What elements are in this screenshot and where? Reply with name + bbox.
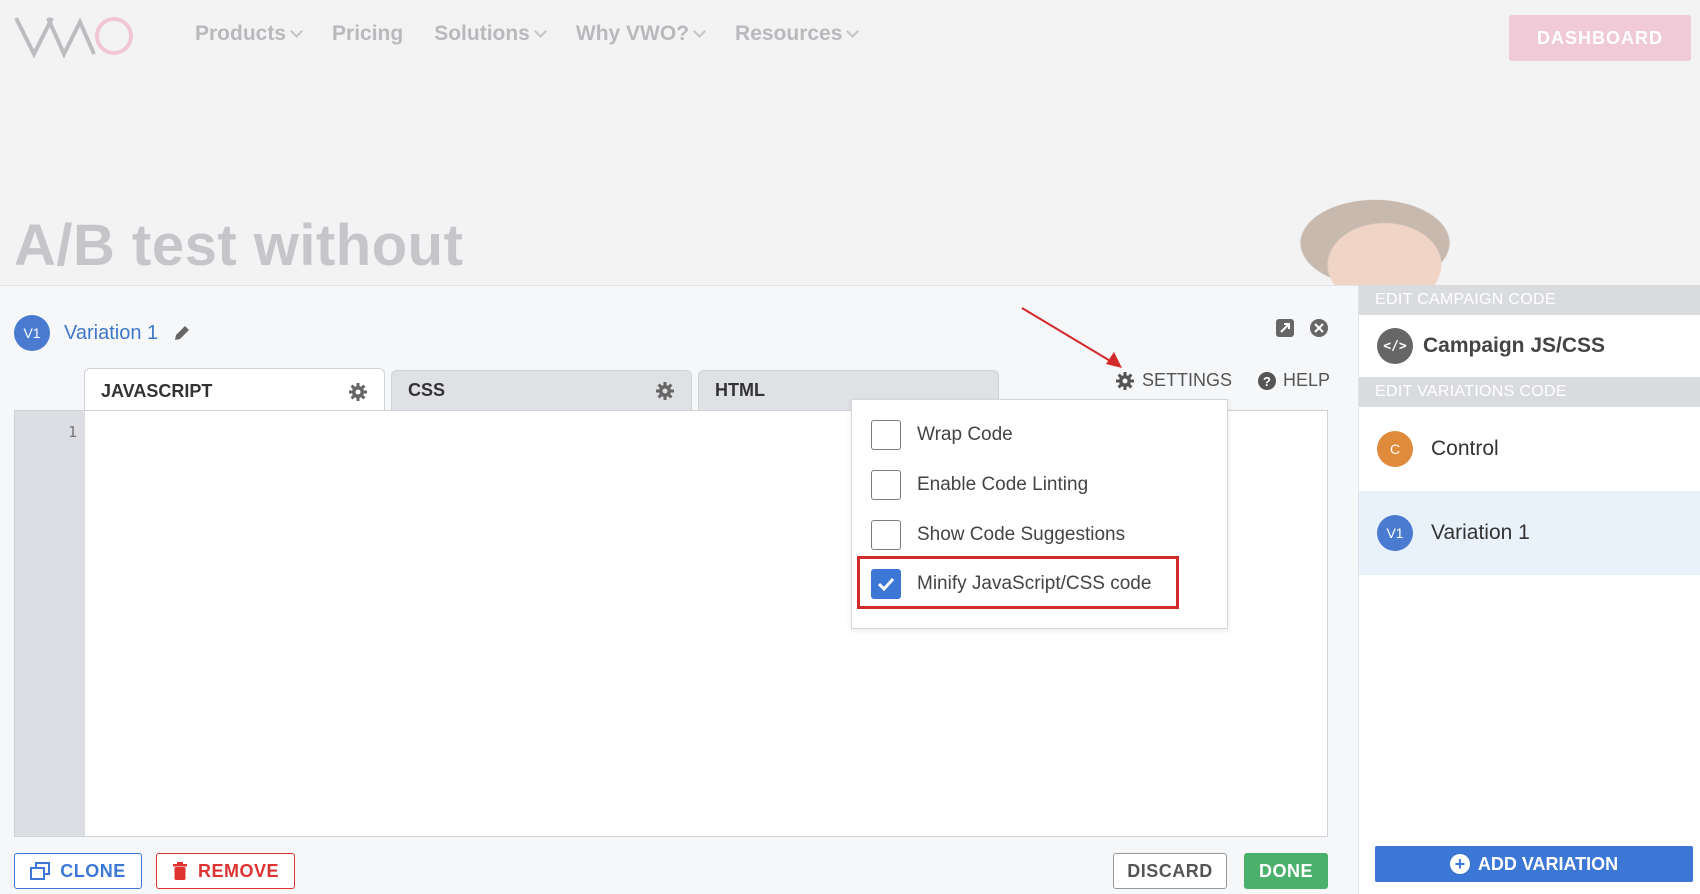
tab-css[interactable]: CSS [391,370,692,410]
variation-badge: V1 [14,315,50,351]
gear-icon[interactable] [655,381,675,401]
code-icon: </> [1377,328,1413,364]
expand-icon[interactable] [1275,318,1295,338]
checkbox[interactable] [871,470,901,500]
option-label: Wrap Code [917,424,1013,445]
remove-button[interactable]: REMOVE [156,853,295,889]
clone-button[interactable]: CLONE [14,853,142,889]
nav-pricing[interactable]: Pricing [332,22,403,46]
help-button[interactable]: ? HELP [1257,370,1330,391]
variation-label: Control [1431,437,1499,460]
editor-window-controls [1275,318,1329,338]
checkbox[interactable] [871,420,901,450]
chevron-down-icon [290,25,303,38]
chevron-down-icon [846,25,860,38]
option-label: Show Code Suggestions [917,524,1126,545]
pencil-icon[interactable] [172,323,192,343]
variation-name[interactable]: Variation 1 [64,322,158,345]
tab-label: CSS [408,380,446,400]
done-button[interactable]: DONE [1244,853,1328,889]
nav-why-vwo[interactable]: Why VWO? [576,22,706,46]
tab-javascript[interactable]: JAVASCRIPT [84,368,385,414]
checkbox[interactable] [871,520,901,550]
variation-header: V1 Variation 1 [14,315,192,351]
variation-item-v1[interactable]: V1 Variation 1 [1359,491,1700,575]
site-nav: Products Pricing Solutions Why VWO? Reso… [195,22,860,46]
variation-label: Variation 1 [1431,521,1530,544]
dashboard-button[interactable]: DASHBOARD [1509,15,1691,61]
button-label: ADD VARIATION [1477,853,1619,874]
chevron-down-icon [693,25,706,38]
vwo-logo [14,17,133,58]
option-show-suggestions[interactable]: Show Code Suggestions [871,520,1125,550]
tab-label: JAVASCRIPT [101,381,213,401]
variation-badge: V1 [1377,515,1413,551]
option-enable-linting[interactable]: Enable Code Linting [871,470,1088,500]
close-icon[interactable] [1309,318,1329,338]
hero-person-image [1280,188,1470,285]
option-wrap-code[interactable]: Wrap Code [871,420,1013,450]
campaign-code-header: EDIT CAMPAIGN CODE [1359,285,1700,315]
svg-text:?: ? [1263,374,1271,389]
clone-icon [30,862,51,880]
help-label: HELP [1283,370,1331,390]
hero-heading: A/B test without [14,213,464,278]
settings-label: SETTINGS [1142,370,1233,390]
variation-item-control[interactable]: C Control [1359,407,1700,491]
settings-button[interactable]: SETTINGS [1115,370,1232,391]
button-label: REMOVE [197,860,279,881]
background-website: Products Pricing Solutions Why VWO? Reso… [0,0,1700,285]
gear-icon [1116,371,1134,390]
option-label: Enable Code Linting [917,474,1089,495]
highlight-box-annotation [857,556,1179,609]
discard-button[interactable]: DISCARD [1113,853,1227,889]
chevron-down-icon [534,25,547,38]
nav-solutions[interactable]: Solutions [434,22,547,46]
arrow-annotation [1021,307,1122,368]
line-number: 1 [67,423,77,441]
trash-icon [172,862,187,880]
control-badge: C [1377,431,1413,467]
campaign-js-css-item[interactable]: </> Campaign JS/CSS [1359,315,1700,377]
variations-code-header: EDIT VARIATIONS CODE [1359,377,1700,407]
plus-icon: + [1449,854,1470,874]
variations-sidebar: EDIT CAMPAIGN CODE </> Campaign JS/CSS E… [1358,285,1700,894]
question-icon: ? [1258,371,1276,390]
tab-label: HTML [715,380,765,400]
nav-resources[interactable]: Resources [735,22,860,46]
button-label: CLONE [60,860,126,881]
line-gutter: 1 [15,411,85,836]
gear-icon[interactable] [348,382,368,402]
add-variation-button[interactable]: + ADD VARIATION [1375,846,1693,882]
nav-products[interactable]: Products [195,22,303,46]
campaign-label: Campaign JS/CSS [1423,334,1606,357]
